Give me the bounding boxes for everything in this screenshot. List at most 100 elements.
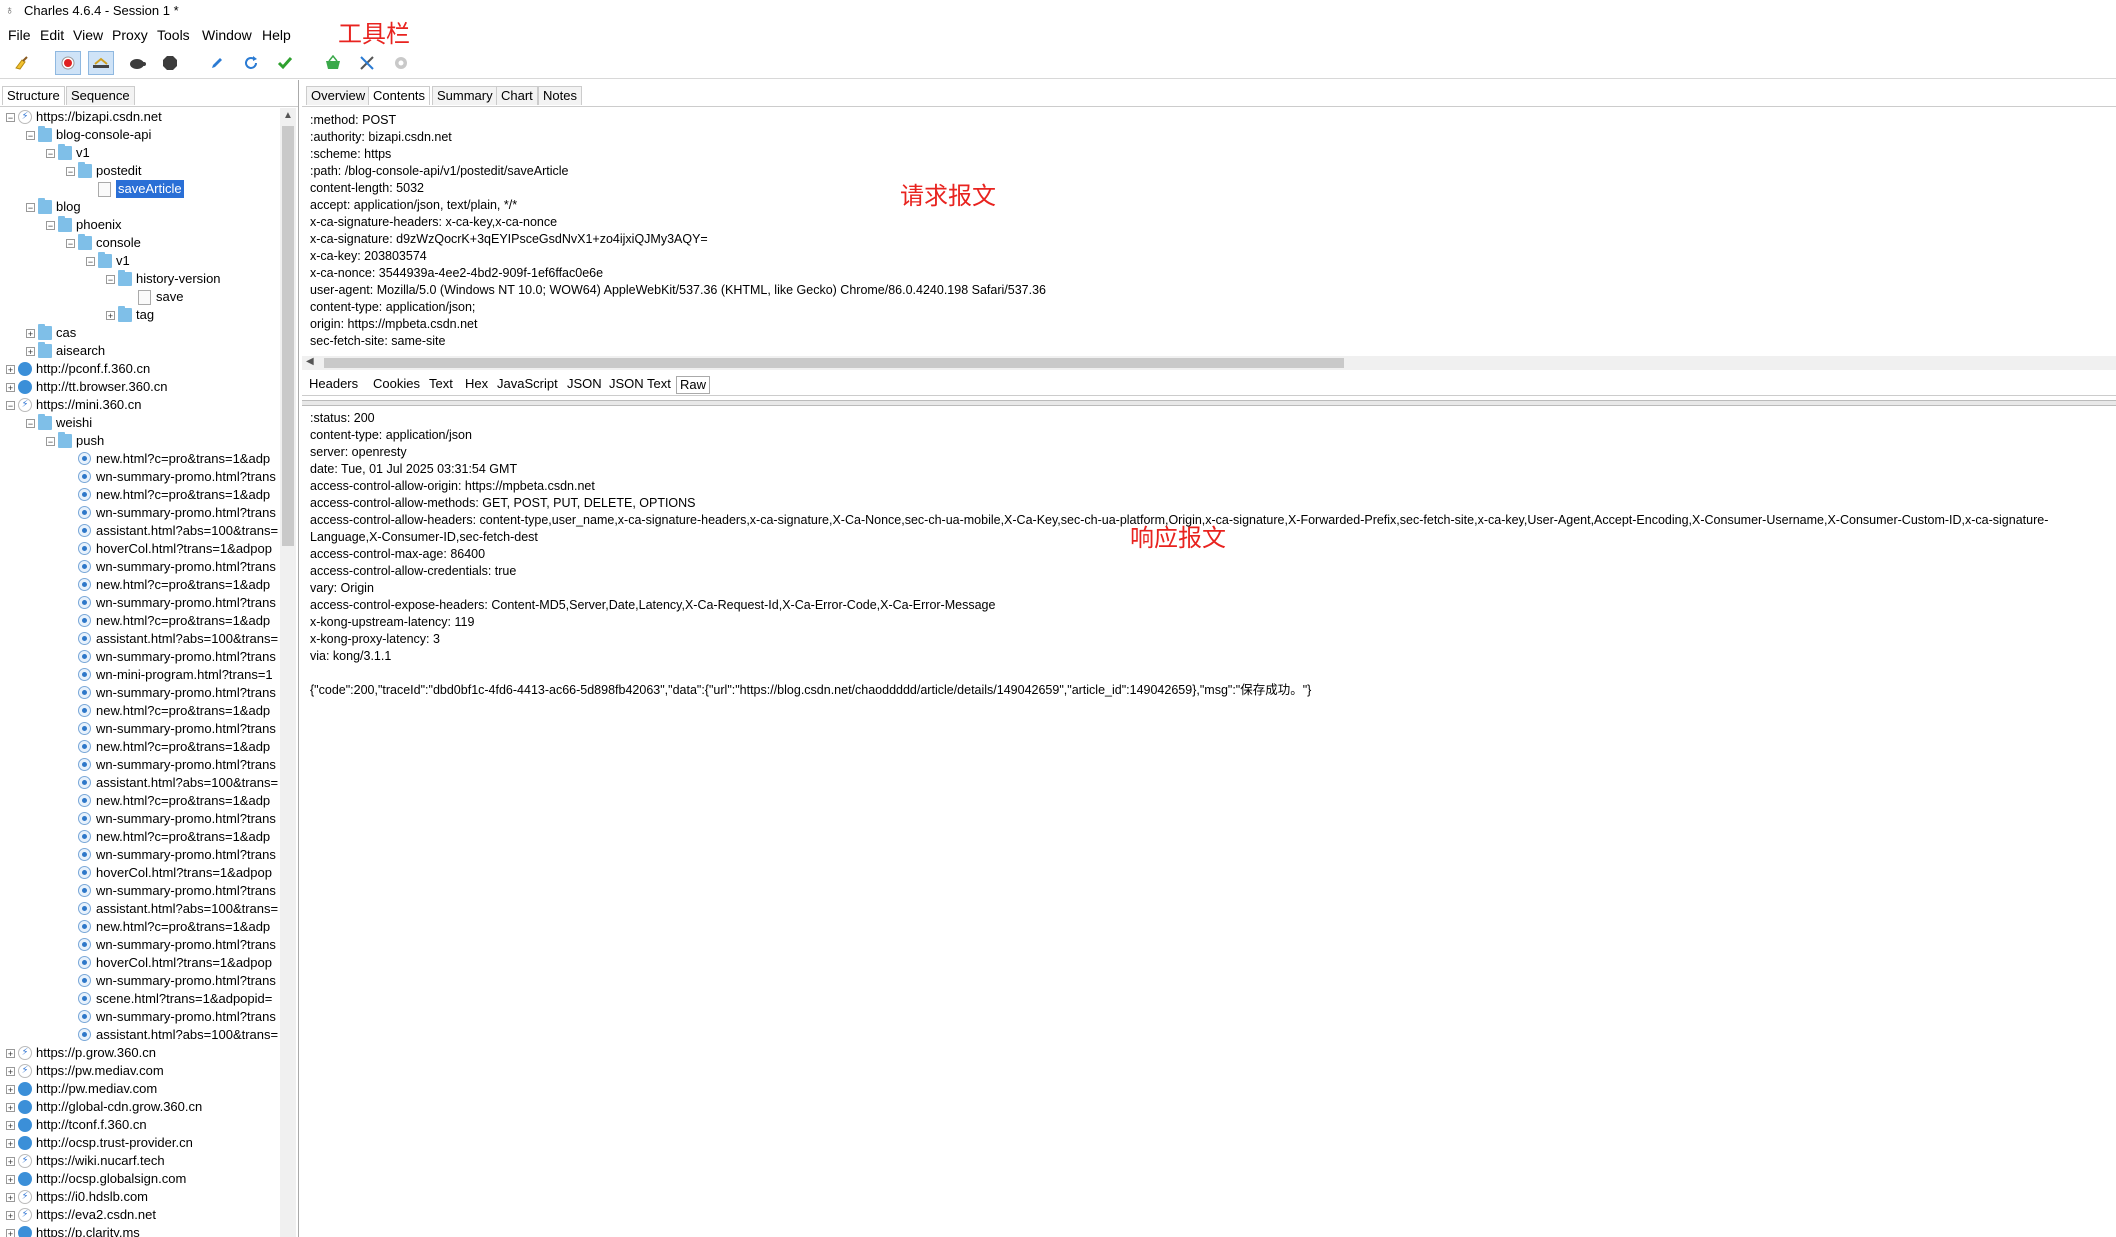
tree-node[interactable]: + http://ocsp.globalsign.com	[0, 1170, 280, 1188]
stop-icon[interactable]	[157, 51, 183, 75]
settings-icon[interactable]	[388, 51, 414, 75]
tree-node[interactable]: − history-version	[0, 270, 280, 288]
tree-node[interactable]: − blog-console-api	[0, 126, 280, 144]
tree-node[interactable]: hoverCol.html?trans=1&adpop	[0, 864, 280, 882]
tab-raw[interactable]: Raw	[676, 376, 711, 394]
request-hscrollbar[interactable]: ◀	[302, 356, 2116, 370]
tree-node[interactable]: + http://pconf.f.360.cn	[0, 360, 280, 378]
tree-node[interactable]: − postedit	[0, 162, 280, 180]
tree-node[interactable]: + ⚡ https://pw.mediav.com	[0, 1062, 280, 1080]
menu-edit[interactable]: Edit	[40, 27, 64, 43]
expand-icon[interactable]: +	[6, 1049, 15, 1059]
expand-icon[interactable]: +	[6, 1121, 15, 1131]
tree-node[interactable]: new.html?c=pro&trans=1&adp	[0, 450, 280, 468]
tree-node[interactable]: − v1	[0, 144, 280, 162]
request-hscrollbar-thumb[interactable]	[324, 358, 1344, 368]
tree-node[interactable]: − weishi	[0, 414, 280, 432]
tree-node[interactable]: wn-summary-promo.html?trans	[0, 594, 280, 612]
pen-icon[interactable]	[204, 51, 230, 75]
menu-view[interactable]: View	[73, 27, 103, 43]
expand-icon[interactable]: +	[26, 347, 35, 357]
tree-node[interactable]: scene.html?trans=1&adpopid=	[0, 990, 280, 1008]
tab-headers[interactable]: Headers	[306, 375, 361, 393]
collapse-icon[interactable]: −	[66, 239, 75, 249]
tree-node[interactable]: wn-summary-promo.html?trans	[0, 846, 280, 864]
tree-node[interactable]: wn-summary-promo.html?trans	[0, 936, 280, 954]
tab-contents[interactable]: Contents	[368, 86, 431, 105]
tab-structure[interactable]: Structure	[2, 86, 65, 105]
expand-icon[interactable]: +	[6, 1103, 15, 1113]
tree-node[interactable]: new.html?c=pro&trans=1&adp	[0, 918, 280, 936]
expand-icon[interactable]: +	[6, 383, 15, 393]
expand-icon[interactable]: +	[6, 1211, 15, 1221]
tree-node[interactable]: + http://tconf.f.360.cn	[0, 1116, 280, 1134]
tree-scrollbar[interactable]: ▲	[280, 108, 296, 1237]
tree-node[interactable]: wn-summary-promo.html?trans	[0, 972, 280, 990]
tree-node[interactable]: assistant.html?abs=100&trans=	[0, 774, 280, 792]
scroll-left-icon[interactable]: ◀	[306, 356, 314, 367]
expand-icon[interactable]: +	[6, 1085, 15, 1095]
tree-node[interactable]: assistant.html?abs=100&trans=	[0, 900, 280, 918]
tree-node[interactable]: assistant.html?abs=100&trans=	[0, 630, 280, 648]
collapse-icon[interactable]: −	[26, 203, 35, 213]
menu-proxy[interactable]: Proxy	[112, 27, 148, 43]
tree-node[interactable]: new.html?c=pro&trans=1&adp	[0, 576, 280, 594]
throttle-icon[interactable]	[88, 51, 114, 75]
tree-node[interactable]: new.html?c=pro&trans=1&adp	[0, 738, 280, 756]
record-icon[interactable]	[55, 51, 81, 75]
tree-node[interactable]: + http://ocsp.trust-provider.cn	[0, 1134, 280, 1152]
expand-icon[interactable]: +	[6, 1193, 15, 1203]
tree-node[interactable]: saveArticle	[0, 180, 280, 198]
collapse-icon[interactable]: −	[86, 257, 95, 267]
tree-node[interactable]: + ⚡ https://wiki.nucarf.tech	[0, 1152, 280, 1170]
tree-node[interactable]: wn-summary-promo.html?trans	[0, 882, 280, 900]
tree-node[interactable]: + https://p.clarity.ms	[0, 1224, 280, 1237]
tree-node[interactable]: wn-summary-promo.html?trans	[0, 756, 280, 774]
tree-node[interactable]: hoverCol.html?trans=1&adpop	[0, 540, 280, 558]
tree-node[interactable]: assistant.html?abs=100&trans=	[0, 522, 280, 540]
expand-icon[interactable]: +	[6, 1139, 15, 1149]
tree-node[interactable]: save	[0, 288, 280, 306]
tab-javascript[interactable]: JavaScript	[494, 375, 561, 393]
tab-cookies[interactable]: Cookies	[370, 375, 423, 393]
tree-node[interactable]: + http://tt.browser.360.cn	[0, 378, 280, 396]
tree-node[interactable]: − console	[0, 234, 280, 252]
tab-json[interactable]: JSON	[564, 375, 605, 393]
collapse-icon[interactable]: −	[6, 113, 15, 123]
tree-node[interactable]: + aisearch	[0, 342, 280, 360]
collapse-icon[interactable]: −	[66, 167, 75, 177]
turtle-icon[interactable]	[124, 51, 150, 75]
expand-icon[interactable]: +	[6, 1229, 15, 1237]
tree-node[interactable]: wn-summary-promo.html?trans	[0, 720, 280, 738]
broom-icon[interactable]	[8, 51, 34, 75]
tree-node[interactable]: − phoenix	[0, 216, 280, 234]
structure-tree[interactable]: − ⚡ https://bizapi.csdn.net − blog-console-a…	[0, 108, 280, 1237]
tab-chart[interactable]: Chart	[496, 86, 538, 105]
tree-node[interactable]: − push	[0, 432, 280, 450]
expand-icon[interactable]: +	[6, 365, 15, 375]
tree-node[interactable]: + tag	[0, 306, 280, 324]
tree-node[interactable]: new.html?c=pro&trans=1&adp	[0, 792, 280, 810]
refresh-icon[interactable]	[238, 51, 264, 75]
tree-node[interactable]: − blog	[0, 198, 280, 216]
tab-sequence[interactable]: Sequence	[66, 86, 135, 105]
tab-overview[interactable]: Overview	[306, 86, 371, 105]
menu-tools[interactable]: Tools	[157, 27, 190, 43]
tree-node[interactable]: − v1	[0, 252, 280, 270]
collapse-icon[interactable]: −	[46, 149, 55, 159]
tree-node[interactable]: + ⚡ https://i0.hdslb.com	[0, 1188, 280, 1206]
check-icon[interactable]	[272, 51, 298, 75]
tree-node[interactable]: new.html?c=pro&trans=1&adp	[0, 828, 280, 846]
expand-icon[interactable]: +	[26, 329, 35, 339]
tree-node[interactable]: + http://global-cdn.grow.360.cn	[0, 1098, 280, 1116]
menu-file[interactable]: File	[8, 27, 31, 43]
tree-node[interactable]: new.html?c=pro&trans=1&adp	[0, 702, 280, 720]
tree-node[interactable]: wn-mini-program.html?trans=1	[0, 666, 280, 684]
collapse-icon[interactable]: −	[46, 437, 55, 447]
expand-icon[interactable]: +	[6, 1157, 15, 1167]
tab-text[interactable]: Text	[426, 375, 456, 393]
pane-splitter[interactable]	[302, 400, 2116, 406]
tree-node[interactable]: + cas	[0, 324, 280, 342]
collapse-icon[interactable]: −	[26, 419, 35, 429]
collapse-icon[interactable]: −	[26, 131, 35, 141]
